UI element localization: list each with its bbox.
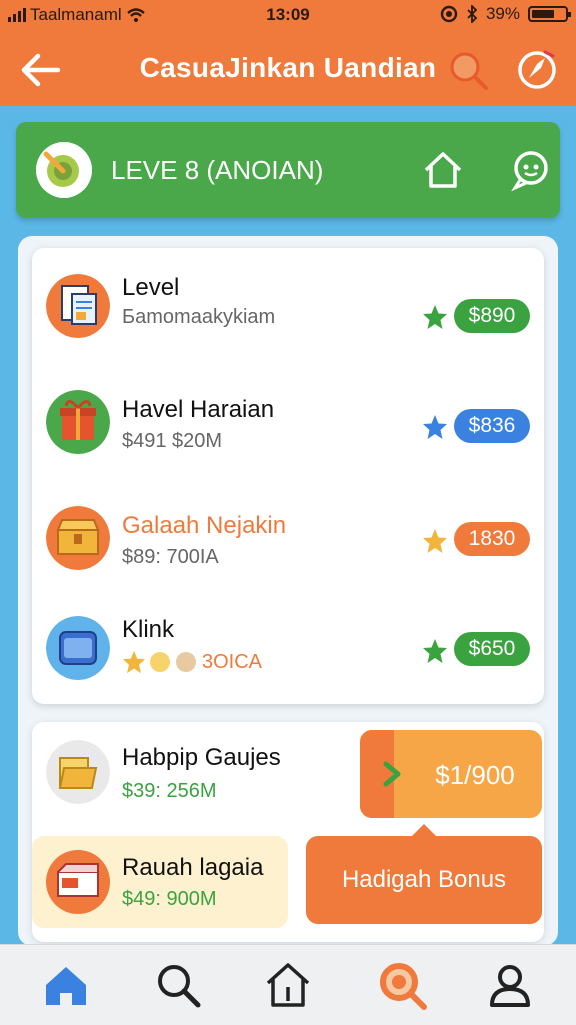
star-icon — [423, 305, 447, 329]
gift-icon — [46, 390, 110, 454]
coin-icon — [150, 652, 170, 672]
reward-sub: $39: 256M — [122, 780, 217, 802]
items-card: Level Бamomaakykiam $890 Havel Haraian $… — [32, 248, 544, 704]
list-item[interactable]: Havel Haraian $491 $20M $836 — [32, 376, 544, 476]
level-label: LEVE 8 (ANOIAN) — [111, 155, 324, 185]
chat-icon[interactable] — [508, 148, 554, 192]
tab-discover-icon[interactable] — [374, 957, 430, 1013]
tab-home-icon[interactable] — [38, 957, 94, 1013]
item-name: Havel Haraian — [122, 396, 275, 423]
item-sub: $89: 700IA — [122, 546, 219, 568]
status-bar: Taalmanaml 13:09 39% — [0, 0, 576, 30]
folder-icon — [46, 740, 110, 804]
price-pill[interactable]: $890 — [454, 299, 530, 333]
reward-sub: $49: 900M — [122, 888, 217, 910]
star-icon — [423, 639, 447, 663]
bonus-button[interactable]: Hadigah Bonus — [306, 824, 542, 924]
price-pill[interactable]: 1830 — [454, 522, 530, 556]
reward-name: Habpip Gaujes — [122, 744, 281, 771]
item-name: Klink — [122, 616, 175, 643]
app-bar: CasuaJinkan Uandian — [0, 30, 576, 106]
level-badge-icon — [36, 142, 92, 198]
tab-bar — [0, 944, 576, 1025]
level-banner[interactable]: LEVE 8 (ANOIAN) — [16, 122, 560, 218]
price-pill[interactable]: $836 — [454, 409, 530, 443]
list-item[interactable]: Galaah Nejakin $89: 700IA 1830 — [32, 496, 544, 596]
item-name: Galaah Nejakin — [122, 512, 287, 539]
price-button-label: $1/900 — [435, 760, 515, 790]
bluetooth-icon — [467, 5, 478, 23]
home-icon[interactable] — [420, 148, 466, 192]
battery-icon — [528, 6, 571, 22]
item-name: Level — [122, 274, 180, 301]
battery-percent: 39% — [485, 4, 520, 23]
coin-icon — [176, 652, 196, 672]
package-icon — [46, 850, 110, 914]
document-icon — [46, 274, 110, 338]
treasure-chest-icon — [46, 506, 110, 570]
tab-search-icon[interactable] — [150, 957, 206, 1013]
status-right: 39% — [440, 4, 571, 24]
tab-profile-icon[interactable] — [482, 957, 538, 1013]
item-sub-row: 3OICA — [122, 650, 262, 674]
price-button[interactable]: $1/900 — [360, 730, 542, 818]
wallet-icon — [46, 616, 110, 680]
price-pill[interactable]: $650 — [454, 632, 530, 666]
compass-icon[interactable] — [515, 48, 559, 92]
alarm-icon — [440, 5, 458, 23]
item-sub: 3OICA — [202, 650, 263, 673]
reward-item[interactable]: Rauah lagaia $49: 900M — [32, 836, 288, 928]
reward-name: Rauah lagaia — [122, 854, 264, 881]
chevron-right-icon — [383, 761, 401, 787]
star-icon — [122, 650, 146, 674]
list-item[interactable]: Klink 3OICA $650 — [32, 600, 544, 700]
rewards-card: Habpip Gaujes $39: 256M $1/900 Rauah lag… — [32, 722, 544, 942]
star-icon — [423, 415, 447, 439]
item-sub: $491 $20M — [122, 430, 223, 452]
search-icon[interactable] — [446, 48, 490, 92]
tab-house-icon[interactable] — [260, 957, 316, 1013]
item-sub: Бamomaakykiam — [122, 306, 276, 328]
star-icon — [423, 529, 447, 553]
list-item[interactable]: Level Бamomaakykiam $890 — [32, 256, 544, 356]
